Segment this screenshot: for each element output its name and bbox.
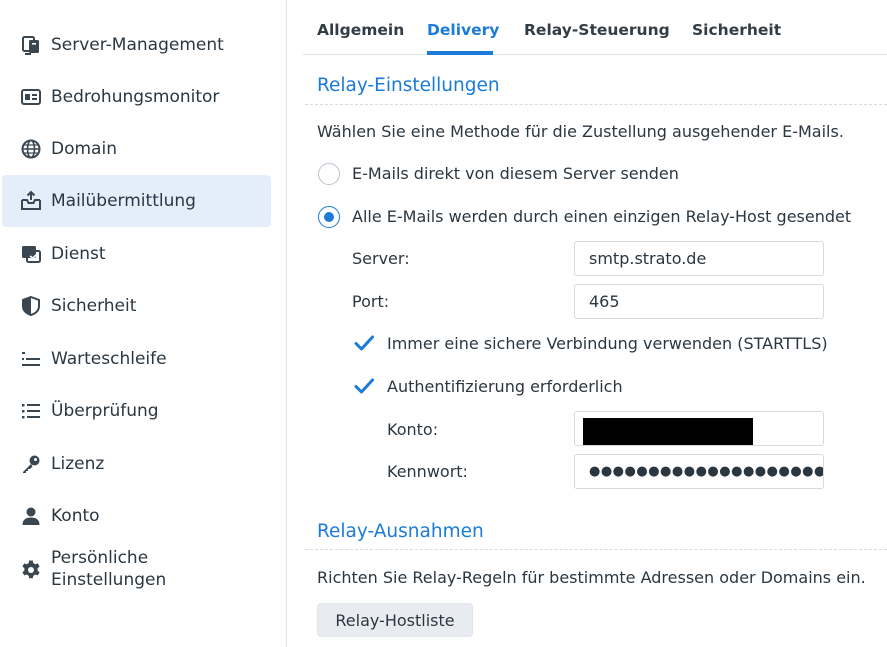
sidebar-item-persoenliche-einstellungen[interactable]: Persönliche Einstellungen — [2, 543, 271, 597]
monitor-card-icon — [20, 86, 42, 108]
sidebar-item-label: Domain — [51, 139, 117, 159]
auth-required-label[interactable]: Authentifizierung erforderlich — [387, 377, 623, 396]
relay-settings-description: Wählen Sie eine Methode für die Zustellu… — [317, 122, 844, 141]
relay-host-label[interactable]: Alle E-Mails werden durch einen einzigen… — [352, 207, 851, 226]
relay-exceptions-title: Relay-Ausnahmen — [317, 521, 484, 542]
account-input[interactable] — [574, 411, 824, 446]
sidebar-item-lizenz[interactable]: Lizenz — [2, 438, 271, 490]
sidebar-item-domain[interactable]: Domain — [2, 123, 271, 175]
tab-allgemein[interactable]: Allgemein — [317, 21, 404, 39]
server-input[interactable]: smtp.strato.de — [574, 241, 824, 276]
sidebar-item-label: Mailübermittlung — [51, 191, 196, 211]
password-label: Kennwort: — [387, 462, 468, 481]
relay-settings-title: Relay-Einstellungen — [317, 75, 500, 96]
sidebar-item-label: Server-Management — [51, 35, 224, 55]
tab-bar: Allgemein Delivery Relay-Steuerung Siche… — [303, 0, 887, 55]
direct-send-label[interactable]: E-Mails direkt von diesem Server senden — [352, 164, 679, 183]
gear-icon — [20, 559, 42, 581]
sidebar-item-label: Bedrohungsmonitor — [51, 87, 220, 107]
section-divider — [305, 104, 887, 105]
relay-exceptions-description: Richten Sie Relay-Regeln für bestimmte A… — [317, 568, 866, 587]
relay-hostlist-button[interactable]: Relay-Hostliste — [317, 603, 473, 637]
mail-tray-icon — [20, 190, 42, 212]
port-label: Port: — [352, 292, 390, 311]
shield-icon — [20, 295, 42, 317]
auth-required-checkbox[interactable] — [353, 375, 375, 397]
checkmark-icon — [354, 335, 374, 351]
checklist-icon — [20, 400, 42, 422]
globe-icon — [20, 138, 42, 160]
starttls-label[interactable]: Immer eine sichere Verbindung verwenden … — [387, 334, 828, 353]
tab-relay-steuerung[interactable]: Relay-Steuerung — [524, 21, 670, 39]
sidebar-item-dienst[interactable]: Dienst — [2, 228, 271, 280]
key-icon — [20, 453, 42, 475]
sidebar-item-label-line1: Persönliche — [51, 548, 149, 568]
section-divider — [305, 549, 887, 550]
tab-delivery[interactable]: Delivery — [427, 21, 499, 39]
sidebar: Server-Management Bedrohungsmonitor Doma… — [0, 0, 287, 647]
account-label: Konto: — [387, 420, 439, 439]
port-input[interactable]: 465 — [574, 284, 824, 319]
queue-list-icon — [20, 348, 42, 370]
sidebar-item-label-line2: Einstellungen — [51, 570, 167, 590]
sidebar-item-bedrohungsmonitor[interactable]: Bedrohungsmonitor — [2, 71, 271, 123]
sidebar-item-label: Dienst — [51, 244, 106, 264]
direct-send-radio[interactable] — [318, 163, 340, 185]
sidebar-item-label: Warteschleife — [51, 349, 167, 369]
sidebar-item-label: Lizenz — [51, 454, 105, 474]
user-icon — [20, 505, 42, 527]
sidebar-item-konto[interactable]: Konto — [2, 490, 271, 542]
sidebar-item-label: Überprüfung — [51, 401, 159, 421]
checkmark-icon — [354, 378, 374, 394]
tab-sicherheit[interactable]: Sicherheit — [692, 21, 781, 39]
sidebar-item-label: Sicherheit — [51, 296, 137, 316]
server-icon — [20, 34, 42, 56]
active-tab-indicator — [427, 51, 493, 55]
starttls-checkbox[interactable] — [353, 332, 375, 354]
sidebar-item-sicherheit[interactable]: Sicherheit — [2, 280, 271, 332]
password-input[interactable]: ●●●●●●●●●●●●●●●●●●●●●● — [574, 454, 824, 489]
server-label: Server: — [352, 249, 410, 268]
sidebar-item-warteschleife[interactable]: Warteschleife — [2, 333, 271, 385]
service-icon — [20, 243, 42, 265]
sidebar-item-ueberpruefung[interactable]: Überprüfung — [2, 385, 271, 437]
sidebar-item-server-management[interactable]: Server-Management — [2, 19, 271, 71]
sidebar-item-label: Konto — [51, 506, 100, 526]
redaction-block — [583, 418, 753, 445]
sidebar-item-mailuebermittlung[interactable]: Mailübermittlung — [2, 175, 271, 227]
relay-host-radio[interactable] — [318, 206, 340, 228]
